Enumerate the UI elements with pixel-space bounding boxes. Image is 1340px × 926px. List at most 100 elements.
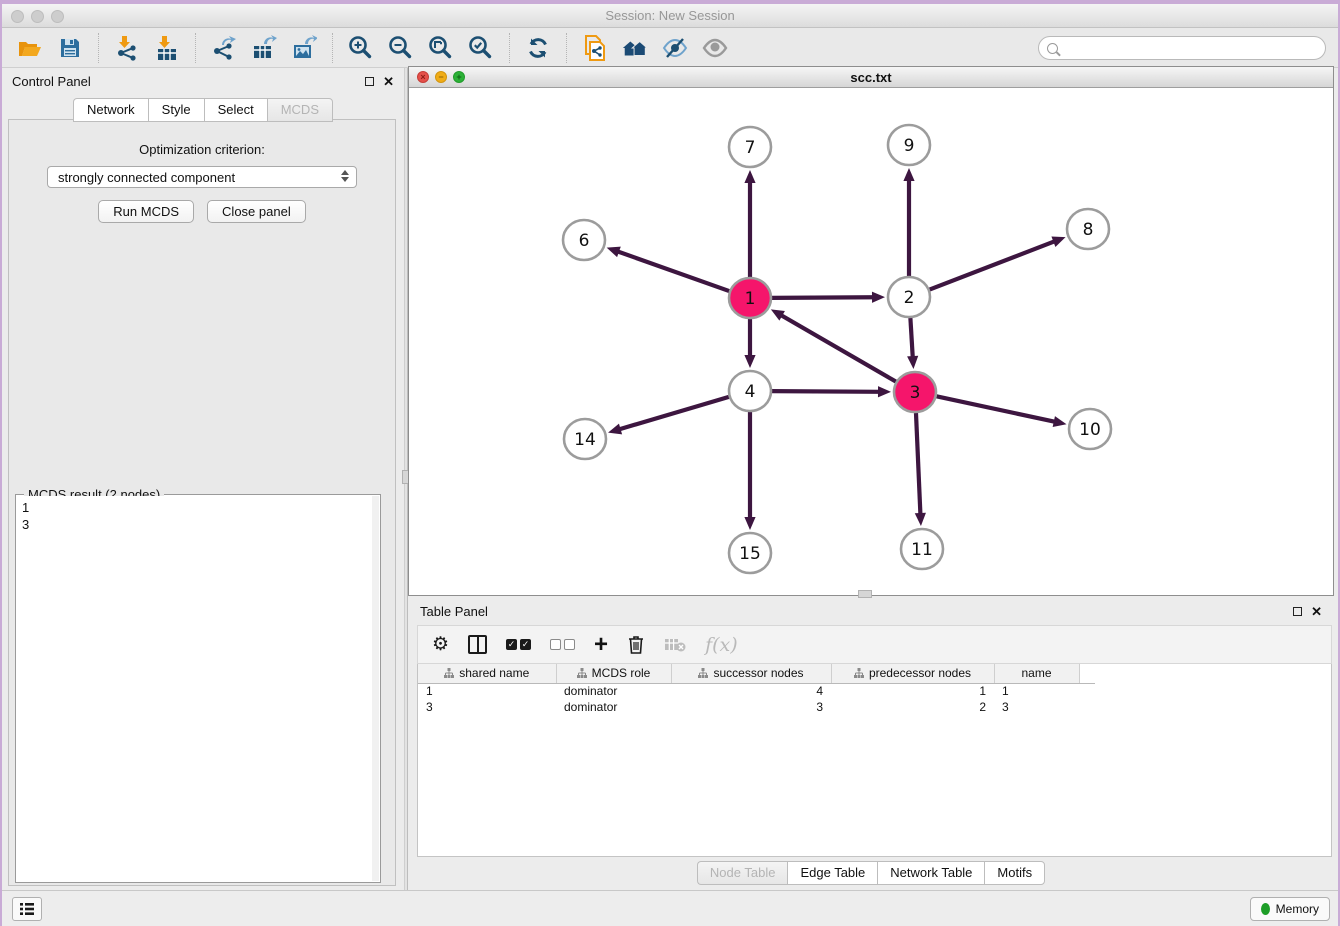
- nested-networks-icon[interactable]: [621, 34, 649, 62]
- column-header-successor-nodes[interactable]: successor nodes: [671, 664, 831, 683]
- table-cell[interactable]: 1: [994, 683, 1079, 699]
- run-mcds-button[interactable]: Run MCDS: [98, 200, 194, 223]
- select-all-icon[interactable]: ✓✓: [506, 639, 531, 650]
- control-panel-title: Control Panel: [12, 74, 91, 89]
- table-cell[interactable]: 3: [418, 699, 556, 715]
- zoom-selected-icon[interactable]: [467, 34, 495, 62]
- zoom-in-icon[interactable]: [347, 34, 375, 62]
- network-canvas[interactable]: 7968124314101511: [409, 88, 1333, 595]
- function-builder-icon: f(x): [705, 634, 738, 656]
- tab-select[interactable]: Select: [204, 98, 267, 122]
- column-label: shared name: [459, 666, 529, 680]
- column-header-name[interactable]: name: [994, 664, 1079, 683]
- open-session-icon[interactable]: [16, 34, 44, 62]
- tab-mcds[interactable]: MCDS: [267, 98, 333, 122]
- save-session-icon[interactable]: [56, 34, 84, 62]
- tab-network-table[interactable]: Network Table: [877, 861, 984, 885]
- table-cell[interactable]: 3: [994, 699, 1079, 715]
- delete-row-icon[interactable]: [627, 635, 645, 655]
- graph-node-label: 2: [904, 288, 915, 308]
- memory-button[interactable]: Memory: [1250, 897, 1330, 921]
- control-panel: Control Panel ✕ NetworkStyleSelectMCDS O…: [2, 68, 404, 890]
- column-label: MCDS role: [592, 666, 651, 680]
- network-window-titlebar[interactable]: × − + scc.txt: [409, 67, 1333, 88]
- graph-node-label: 1: [745, 289, 756, 309]
- zoom-out-icon[interactable]: [387, 34, 415, 62]
- main-toolbar: [2, 28, 1338, 68]
- show-columns-icon[interactable]: [468, 635, 487, 654]
- export-table-icon[interactable]: [250, 34, 278, 62]
- edge-3-10[interactable]: [937, 396, 1056, 422]
- search-input[interactable]: [1063, 41, 1325, 55]
- edge-4-14[interactable]: [619, 397, 729, 430]
- copy-network-icon[interactable]: [581, 34, 609, 62]
- net-maximize-button[interactable]: +: [453, 71, 465, 83]
- status-bar: Memory: [2, 890, 1338, 926]
- table-cell[interactable]: 2: [831, 699, 994, 715]
- table-panel-title: Table Panel: [420, 604, 488, 619]
- edge-2-8[interactable]: [930, 241, 1056, 289]
- tab-node-table[interactable]: Node Table: [697, 861, 788, 885]
- node-table-grid: shared name MCDS role successor nodes prede…: [418, 664, 1095, 715]
- column-header-predecessor-nodes[interactable]: predecessor nodes: [831, 664, 994, 683]
- tab-motifs[interactable]: Motifs: [984, 861, 1045, 885]
- table-cell[interactable]: dominator: [556, 699, 671, 715]
- export-network-icon[interactable]: [210, 34, 238, 62]
- graph-node-label: 6: [579, 231, 590, 251]
- mcds-tab-content: Optimization criterion: strongly connect…: [8, 119, 396, 886]
- graph-node-label: 8: [1083, 220, 1094, 240]
- table-row[interactable]: 1dominator411: [418, 683, 1095, 699]
- optimization-criterion-dropdown[interactable]: strongly connected component: [47, 166, 357, 188]
- table-toolbar: ⚙ ✓✓ + f(x): [417, 625, 1332, 664]
- float-table-panel-icon[interactable]: [1293, 607, 1302, 616]
- edge-3-1[interactable]: [780, 315, 895, 382]
- net-minimize-button[interactable]: −: [435, 71, 447, 83]
- edge-1-2[interactable]: [772, 297, 874, 298]
- table-panel: Table Panel ✕ ⚙ ✓✓ + f(x) shared name MCD…: [408, 598, 1334, 890]
- edge-4-3[interactable]: [772, 391, 880, 392]
- net-close-button[interactable]: ×: [417, 71, 429, 83]
- hierarchy-icon: [444, 668, 454, 678]
- tab-edge-table[interactable]: Edge Table: [787, 861, 877, 885]
- close-table-panel-icon[interactable]: ✕: [1311, 607, 1322, 616]
- table-cell[interactable]: dominator: [556, 683, 671, 699]
- close-panel-button[interactable]: Close panel: [207, 200, 306, 223]
- app-title: Session: New Session: [2, 8, 1338, 23]
- edge-1-6[interactable]: [617, 251, 729, 291]
- import-table-icon[interactable]: [153, 34, 181, 62]
- network-view-window: × − + scc.txt 7968124314101511: [408, 66, 1334, 596]
- export-image-icon[interactable]: [290, 34, 318, 62]
- hide-graphics-details-icon[interactable]: [661, 34, 689, 62]
- task-history-button[interactable]: [12, 897, 42, 921]
- float-panel-icon[interactable]: [365, 77, 374, 86]
- tab-network[interactable]: Network: [73, 98, 148, 122]
- horizontal-splitter-grip[interactable]: [858, 590, 872, 598]
- add-row-icon[interactable]: +: [594, 636, 608, 654]
- optimization-criterion-label: Optimization criterion:: [9, 142, 395, 157]
- close-panel-icon[interactable]: ✕: [383, 77, 394, 86]
- graph-node-label: 9: [904, 136, 915, 156]
- import-network-icon[interactable]: [113, 34, 141, 62]
- delete-table-icon: [664, 637, 686, 653]
- column-header-shared-name[interactable]: shared name: [418, 664, 556, 683]
- column-label: successor nodes: [713, 666, 803, 680]
- result-scrollbar[interactable]: [372, 496, 379, 881]
- table-cell[interactable]: 1: [418, 683, 556, 699]
- table-cell[interactable]: 4: [671, 683, 831, 699]
- table-cell[interactable]: 3: [671, 699, 831, 715]
- edge-arrowhead: [744, 517, 755, 530]
- refresh-icon[interactable]: [524, 34, 552, 62]
- zoom-fit-icon[interactable]: [427, 34, 455, 62]
- table-settings-icon[interactable]: ⚙: [432, 635, 449, 654]
- show-graphics-details-icon[interactable]: [701, 34, 729, 62]
- column-header-MCDS-role[interactable]: MCDS role: [556, 664, 671, 683]
- mcds-result-text[interactable]: 1 3: [17, 496, 372, 881]
- edge-2-3[interactable]: [910, 318, 912, 358]
- edge-3-11[interactable]: [916, 413, 920, 515]
- table-cell[interactable]: 1: [831, 683, 994, 699]
- table-row[interactable]: 3dominator323: [418, 699, 1095, 715]
- unselect-all-icon[interactable]: [550, 639, 575, 650]
- tab-style[interactable]: Style: [148, 98, 204, 122]
- search-box: [1038, 36, 1326, 60]
- column-label: name: [1021, 666, 1051, 680]
